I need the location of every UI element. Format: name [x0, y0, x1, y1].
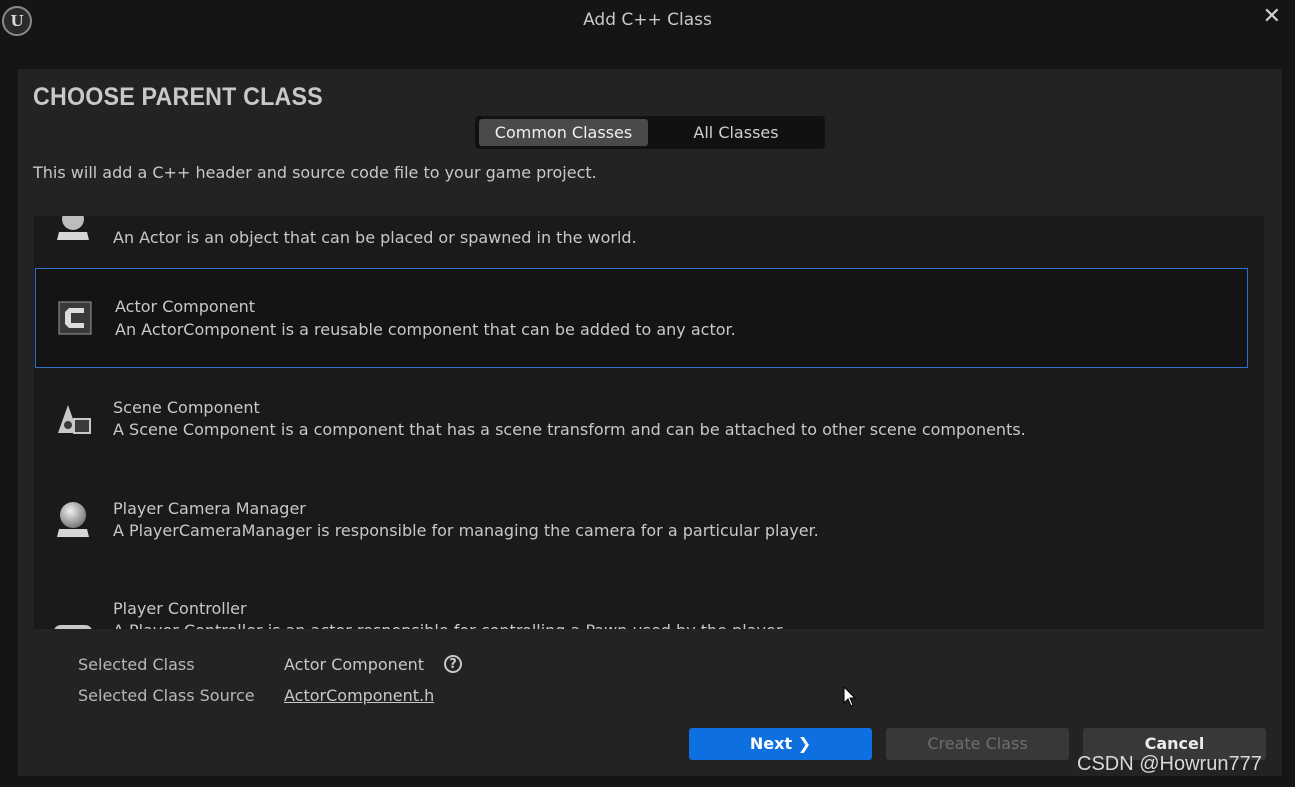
tab-all-classes[interactable]: All Classes: [651, 119, 821, 146]
window-title: Add C++ Class: [583, 10, 712, 30]
dialog-description: This will add a C++ header and source co…: [33, 163, 597, 182]
selected-class-source-label: Selected Class Source: [78, 686, 255, 705]
actor-component-icon: [55, 298, 95, 338]
list-item-scene-component[interactable]: Scene Component A Scene Component is a c…: [34, 368, 1249, 468]
list-item-description: A Player Controller is an actor responsi…: [113, 621, 786, 629]
next-button[interactable]: Next ❯: [689, 728, 872, 760]
list-item-name: Player Controller: [113, 599, 247, 618]
help-icon[interactable]: ?: [444, 655, 462, 673]
mouse-cursor-icon: [843, 685, 857, 712]
page-title: CHOOSE PARENT CLASS: [33, 83, 323, 111]
player-camera-manager-icon: [53, 499, 93, 539]
selected-class-source-link[interactable]: ActorComponent.h: [284, 686, 434, 705]
class-list[interactable]: An Actor is an object that can be placed…: [34, 216, 1264, 629]
selected-class-label: Selected Class: [78, 655, 195, 674]
actor-icon: [53, 216, 93, 242]
dialog-panel: CHOOSE PARENT CLASS Common Classes All C…: [18, 69, 1282, 776]
list-item-description: An Actor is an object that can be placed…: [113, 228, 637, 247]
class-filter-tabs: Common Classes All Classes: [475, 116, 825, 149]
list-item-player-camera-manager[interactable]: Player Camera Manager A PlayerCameraMana…: [34, 468, 1249, 568]
list-item-description: A Scene Component is a component that ha…: [113, 420, 1026, 439]
title-bar: U Add C++ Class ✕: [0, 0, 1295, 44]
list-item-name: Player Camera Manager: [113, 499, 306, 518]
close-icon[interactable]: ✕: [1263, 4, 1281, 29]
player-controller-icon: [53, 616, 93, 629]
tab-common-classes[interactable]: Common Classes: [479, 119, 648, 146]
list-item-actor[interactable]: An Actor is an object that can be placed…: [34, 216, 1249, 272]
scene-component-icon: [53, 398, 93, 438]
list-item-description: An ActorComponent is a reusable componen…: [115, 320, 736, 339]
list-item-actor-component[interactable]: Actor Component An ActorComponent is a r…: [35, 268, 1248, 368]
list-item-name: Actor Component: [115, 297, 256, 316]
watermark: CSDN @Howrun777: [1077, 753, 1262, 775]
list-item-description: A PlayerCameraManager is responsible for…: [113, 521, 819, 540]
list-item-name: Scene Component: [113, 398, 260, 417]
create-class-button[interactable]: Create Class: [886, 728, 1069, 760]
selected-class-value: Actor Component: [284, 655, 425, 674]
list-item-player-controller[interactable]: Player Controller A Player Controller is…: [34, 568, 1249, 629]
